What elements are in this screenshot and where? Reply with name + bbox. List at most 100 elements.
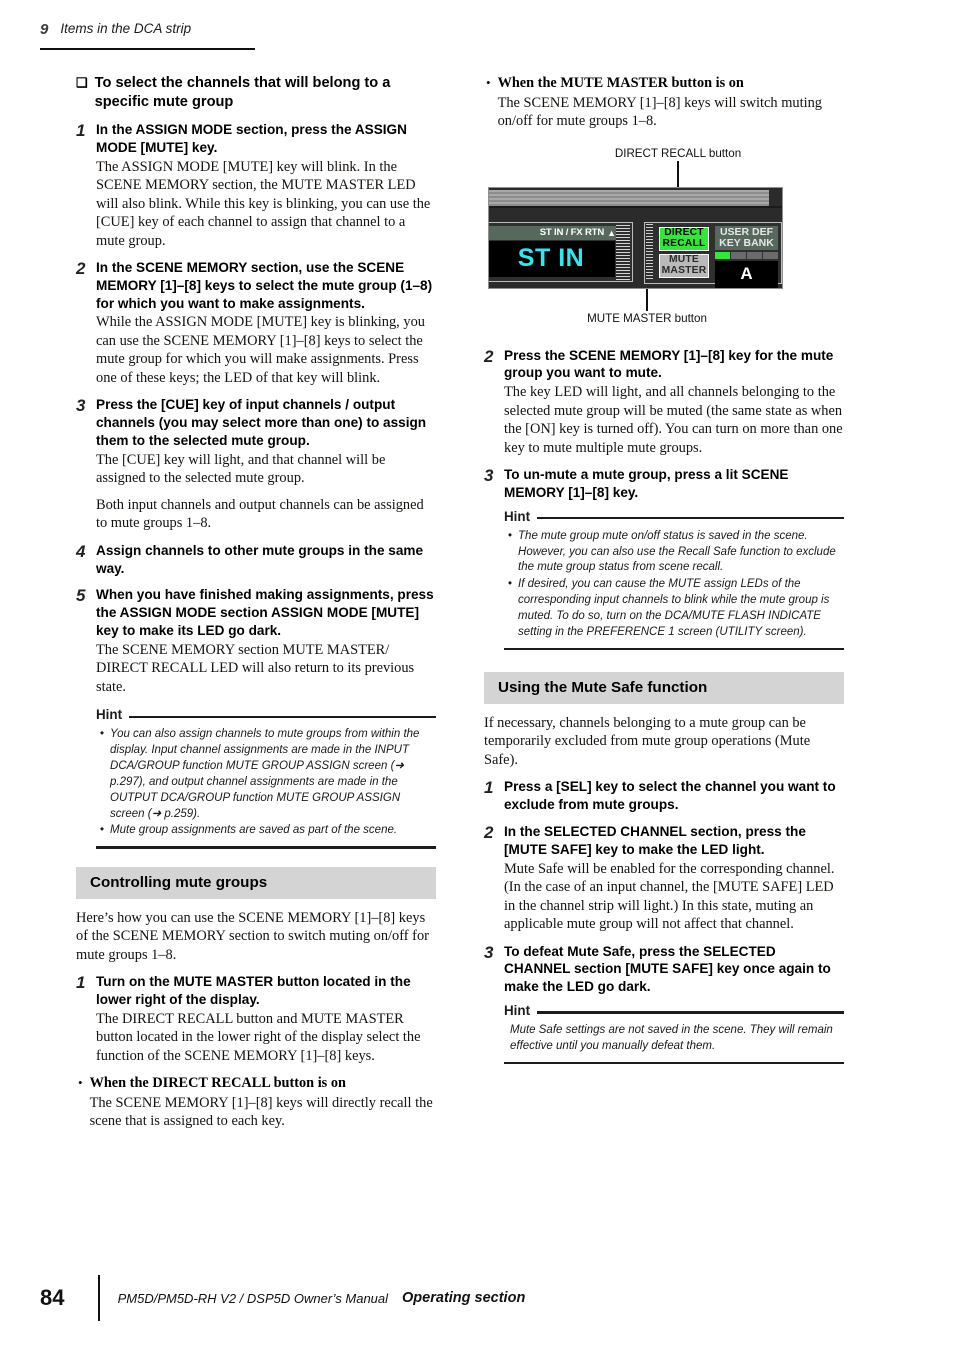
- sub-bullet-text: The SCENE MEMORY [1]–[8] keys will switc…: [497, 94, 822, 130]
- step-item: 1 In the ASSIGN MODE section, press the …: [76, 121, 436, 250]
- step-paragraph: Both input channels and output channels …: [96, 496, 424, 532]
- step-title: In the SCENE MEMORY section, use the SCE…: [96, 260, 433, 311]
- lcd-panel: ST IN / FX RTN ▲ ST IN DIRECT RECALL MUT: [488, 186, 783, 289]
- lcd-right-group: DIRECT RECALL MUTE MASTER USER DEF KEY B…: [644, 221, 782, 288]
- step-number: 1: [484, 778, 494, 798]
- right-column: • When the MUTE MASTER button is on The …: [484, 74, 844, 1064]
- step-number: 3: [76, 396, 86, 416]
- chapter-title: Items in the DCA strip: [60, 21, 192, 36]
- hint-item-text: You can also assign channels to mute gro…: [110, 728, 420, 820]
- step-title: Assign channels to other mute groups in …: [96, 542, 424, 576]
- hint-item: • You can also assign channels to mute g…: [96, 727, 436, 822]
- step-title: To un-mute a mute group, press a lit SCE…: [504, 467, 789, 500]
- section-heading-mute-safe: Using the Mute Safe function: [484, 671, 844, 704]
- step-item: 2 In the SELECTED CHANNEL section, press…: [484, 823, 844, 934]
- hint-bottom-rule: [504, 1061, 844, 1064]
- direct-recall-button[interactable]: DIRECT RECALL: [659, 226, 709, 251]
- step-item: 3 To defeat Mute Safe, press the SELECTE…: [484, 943, 844, 1064]
- hint-bottom-rule: [504, 647, 844, 650]
- hint-rule: [129, 715, 436, 718]
- user-def-led-1: [715, 251, 730, 259]
- user-def-bank-display: A: [715, 260, 778, 288]
- hint-item-text: If desired, you can cause the MUTE assig…: [518, 578, 830, 638]
- footer-divider: [98, 1275, 100, 1321]
- step-number: 5: [76, 586, 86, 606]
- section-intro-paragraph: Here’s how you can use the SCENE MEMORY …: [76, 909, 429, 963]
- hint-rule: [537, 1011, 844, 1014]
- step-number: 3: [484, 466, 494, 486]
- lcd-display-text: ST IN: [517, 244, 585, 273]
- lcd-tab-st-in-fx-rtn[interactable]: ST IN / FX RTN ▲: [489, 225, 621, 240]
- user-def-led-row: [715, 251, 778, 259]
- mute-master-button[interactable]: MUTE MASTER: [659, 253, 709, 278]
- sub-bullet-item: • When the DIRECT RECALL button is on Th…: [76, 1074, 436, 1131]
- step-title: Turn on the MUTE MASTER button located i…: [96, 974, 411, 1007]
- lcd-top-meter-strip: [489, 189, 782, 208]
- hint-label: Hint: [96, 707, 123, 723]
- bullet-dot-icon: •: [100, 728, 105, 741]
- manual-title: PM5D/PM5D-RH V2 / DSP5D Owner’s Manual: [117, 1290, 389, 1306]
- lcd-left-frame: ST IN / FX RTN ▲ ST IN: [489, 221, 633, 282]
- step-item: 4 Assign channels to other mute groups i…: [76, 542, 436, 578]
- step-item: 1 Turn on the MUTE MASTER button located…: [76, 973, 436, 1065]
- direct-recall-label-line2: RECALL: [662, 237, 706, 249]
- lcd-tab-label: ST IN / FX RTN: [539, 227, 605, 239]
- hint-list: • You can also assign channels to mute g…: [96, 727, 436, 839]
- sub-bullet-text: The SCENE MEMORY [1]–[8] keys will direc…: [89, 1094, 433, 1130]
- hint-block: Hint • You can also assign channels to m…: [96, 707, 436, 849]
- hint-item-text: The mute group mute on/off status is sav…: [518, 529, 836, 574]
- procedure-heading: ❑ To select the channels that will belon…: [76, 74, 436, 112]
- step-title: Press the [CUE] key of input channels / …: [96, 397, 427, 449]
- step-number: 3: [484, 942, 494, 962]
- user-def-led-3: [747, 251, 762, 259]
- hint-bottom-rule: [96, 846, 436, 849]
- bullet-dot-icon: •: [486, 75, 491, 90]
- step-paragraph: While the ASSIGN MODE [MUTE] key is blin…: [96, 314, 425, 386]
- hint-label: Hint: [504, 1003, 531, 1019]
- step-item: 1 Press a [SEL] key to select the channe…: [484, 778, 844, 814]
- sub-bullet-item: • When the MUTE MASTER button is on The …: [484, 74, 844, 131]
- step-number: 1: [76, 120, 86, 140]
- step-item: 5 When you have finished making assignme…: [76, 586, 436, 849]
- step-paragraph: The ASSIGN MODE [MUTE] key will blink. I…: [96, 158, 431, 249]
- user-def-bank-letter: A: [740, 264, 753, 284]
- sub-bullet-title: When the MUTE MASTER button is on: [497, 75, 744, 91]
- section-name: Operating section: [402, 1290, 526, 1306]
- leader-line-top: [677, 160, 679, 187]
- step-number: 2: [484, 823, 494, 843]
- leader-line-bottom: [646, 288, 648, 311]
- bullet-dot-icon: •: [78, 1075, 83, 1091]
- user-def-led-2: [731, 251, 746, 259]
- step-paragraph: The [CUE] key will light, and that chann…: [96, 451, 386, 487]
- left-column: ❑ To select the channels that will belon…: [76, 74, 436, 1131]
- hint-block: Hint • The mute group mute on/off status…: [504, 509, 844, 650]
- page-number: 84: [40, 1285, 65, 1310]
- procedure-heading-text: To select the channels that will belong …: [94, 75, 391, 110]
- figure-caption-direct-recall: DIRECT RECALL button: [614, 146, 742, 160]
- up-triangle-icon: ▲: [607, 227, 616, 238]
- step-paragraph: The DIRECT RECALL button and MUTE MASTER…: [96, 1010, 421, 1064]
- step-number: 2: [76, 259, 86, 279]
- lcd-right-ribs: [646, 223, 653, 280]
- hint-item-text: Mute group assignments are saved as part…: [110, 824, 398, 837]
- user-def-key-bank-panel: USER DEF KEY BANK A: [715, 225, 778, 288]
- bullet-dot-icon: •: [508, 578, 513, 591]
- lcd-left-group: ST IN / FX RTN ▲ ST IN: [489, 221, 639, 284]
- hint-list: • The mute group mute on/off status is s…: [504, 529, 844, 641]
- figure-caption-mute-master: MUTE MASTER button: [587, 311, 707, 325]
- bullet-dot-icon: •: [508, 529, 513, 542]
- step-paragraph: The SCENE MEMORY section MUTE MASTER/ DI…: [96, 641, 415, 695]
- step-item: 2 Press the SCENE MEMORY [1]–[8] key for…: [484, 347, 844, 458]
- user-def-led-4: [763, 251, 778, 259]
- hint-label: Hint: [504, 508, 531, 524]
- hint-header: Hint: [504, 509, 844, 524]
- hint-block: Hint Mute Safe settings are not saved in…: [504, 1003, 844, 1064]
- hint-item: • Mute group assignments are saved as pa…: [96, 823, 436, 839]
- section-intro-paragraph: If necessary, channels belonging to a mu…: [484, 714, 811, 768]
- hint-rule: [537, 517, 844, 520]
- lcd-fader-ribs: [616, 224, 630, 281]
- chapter-number: 9: [40, 21, 49, 38]
- figure-lcd-panel: DIRECT RECALL button ST IN / FX RTN ▲ ST…: [484, 147, 830, 325]
- step-paragraph: The key LED will light, and all channels…: [504, 384, 843, 456]
- step-item: 3 Press the [CUE] key of input channels …: [76, 396, 436, 532]
